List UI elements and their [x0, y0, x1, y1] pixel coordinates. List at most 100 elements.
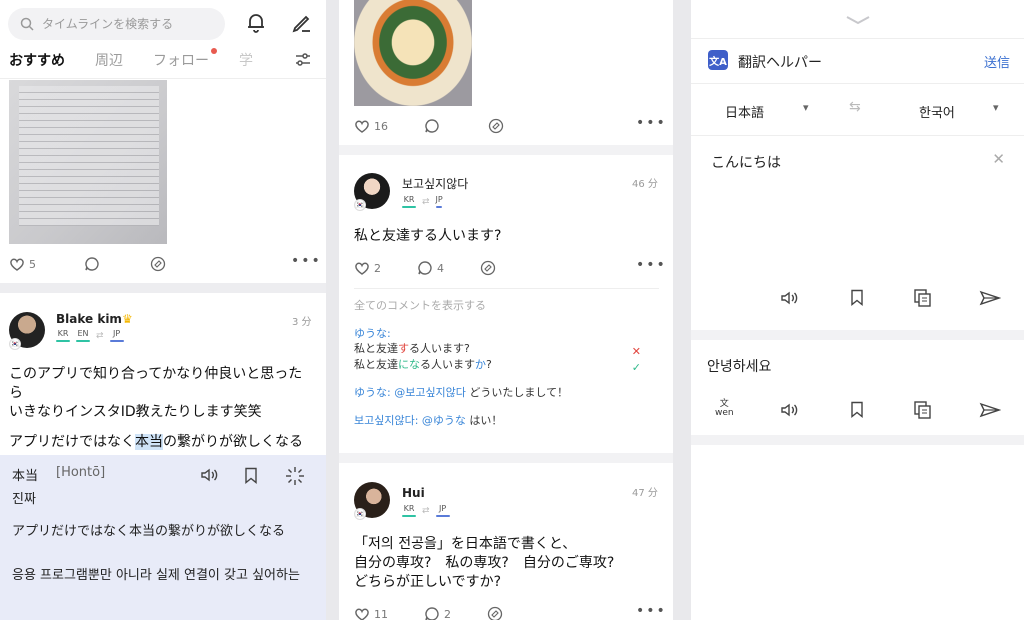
- user-name[interactable]: Blake kim: [56, 312, 122, 326]
- learning-language: JP: [438, 504, 447, 513]
- correct-icon[interactable]: [487, 606, 503, 620]
- post-body[interactable]: このアプリで知り合ってかなり仲良いと思った ら いきなりインスタID教えたりしま…: [9, 365, 319, 452]
- like-count: 5: [29, 257, 36, 271]
- native-language: KR: [57, 329, 69, 338]
- tab-follow[interactable]: フォロー: [153, 48, 217, 70]
- comment-icon[interactable]: [84, 256, 100, 272]
- like-count: 2: [374, 261, 381, 275]
- learning-language: JP: [112, 329, 121, 338]
- more-options-icon[interactable]: •••: [636, 603, 667, 619]
- heart-icon: [355, 262, 369, 275]
- language-selector: 日本語 ▾ ⇆ 한국어 ▾: [691, 84, 1024, 136]
- source-text-input[interactable]: こんにちは: [711, 152, 781, 172]
- transliterate-icon[interactable]: 文 wen: [715, 400, 734, 418]
- bell-icon[interactable]: [245, 11, 267, 33]
- comment-icon[interactable]: [424, 118, 440, 134]
- swap-languages-icon[interactable]: ⇆: [849, 99, 861, 115]
- speaker-icon[interactable]: [779, 401, 801, 419]
- tab-follow-label: フォロー: [153, 53, 209, 69]
- post-header: 🇰🇷 Hui KR ⇄ JP: [354, 482, 450, 520]
- search-input[interactable]: [42, 17, 212, 31]
- comment-text-segment: 私と友達: [354, 342, 398, 355]
- like-button[interactable]: 5: [9, 257, 36, 272]
- comment-button[interactable]: 4: [417, 260, 444, 276]
- comment-section: 全てのコメントを表示する ゆうな: 私と友達する人います? ✕ 私と友達になる人…: [354, 297, 659, 429]
- lookup-translation: 진짜: [12, 492, 36, 507]
- comment-button[interactable]: 2: [424, 606, 451, 620]
- speaker-icon[interactable]: [199, 466, 221, 484]
- chevron-down-icon[interactable]: ▾: [993, 101, 999, 114]
- lookup-word: 本当: [12, 469, 39, 484]
- bookmark-icon[interactable]: [850, 401, 864, 418]
- chevron-down-icon[interactable]: [845, 10, 871, 29]
- exchange-arrows-icon: ⇄: [422, 197, 430, 207]
- language-badges: KR EN ⇄ JP: [56, 329, 133, 342]
- tab-recommended[interactable]: おすすめ: [9, 50, 65, 70]
- translator-title: 翻訳ヘルパー: [738, 55, 822, 71]
- comment-author[interactable]: ゆうな: @보고싶지않다: [354, 386, 466, 399]
- comment-original: 私と友達する人います?: [354, 341, 659, 357]
- user-name[interactable]: 보고싶지않다: [402, 177, 468, 191]
- more-options-icon[interactable]: •••: [636, 115, 667, 131]
- native-language: EN: [77, 329, 89, 338]
- correct-icon[interactable]: [480, 260, 496, 276]
- post-line: どちらが正しいですか?: [354, 574, 502, 590]
- copy-icon[interactable]: [913, 288, 933, 308]
- tab-nearby[interactable]: 周辺: [95, 50, 123, 70]
- like-button[interactable]: 11: [354, 607, 388, 620]
- comment-author[interactable]: ゆうな:: [354, 325, 659, 341]
- post-header: 🇰🇷 보고싶지않다 KR ⇄ JP: [354, 173, 468, 211]
- send-arrow-icon[interactable]: [979, 290, 1001, 306]
- user-name[interactable]: Hui: [402, 486, 425, 500]
- timeline-tabs: おすすめ 周辺 フォロー 学: [9, 48, 283, 70]
- post-line: ら: [9, 385, 23, 401]
- fix-segment: にな: [398, 358, 420, 371]
- tab-learn[interactable]: 学: [239, 50, 253, 70]
- copy-icon[interactable]: [913, 400, 933, 420]
- fix-segment: か: [475, 358, 486, 371]
- chevron-down-icon[interactable]: ▾: [803, 101, 809, 114]
- bookmark-icon[interactable]: [850, 289, 864, 306]
- send-button[interactable]: 送信: [984, 52, 1010, 71]
- post-separator: [339, 453, 673, 463]
- sparkle-icon[interactable]: [284, 465, 306, 487]
- avatar[interactable]: 🇰🇷: [354, 482, 390, 520]
- post-body[interactable]: 私と友達する人います?: [354, 227, 501, 246]
- comment-count: 4: [437, 261, 444, 275]
- heart-icon: [10, 258, 24, 271]
- more-options-icon[interactable]: •••: [291, 253, 322, 269]
- comment-icon: [418, 261, 432, 275]
- clear-icon[interactable]: ✕: [992, 150, 1005, 168]
- more-options-icon[interactable]: •••: [636, 257, 667, 273]
- correct-icon[interactable]: [488, 118, 504, 134]
- transliterate-label: wen: [715, 408, 734, 418]
- post-time: 46 分: [632, 179, 658, 190]
- send-arrow-icon[interactable]: [979, 402, 1001, 418]
- post-photo-notebook[interactable]: [9, 80, 167, 244]
- post-body[interactable]: 「저의 전공을」を日本語で書くと、 自分の専攻? 私の専攻? 自分のご専攻? ど…: [354, 535, 664, 592]
- timeline-panel-left: おすすめ 周辺 フォロー 学 5 ••• 🇰🇷 Blake kim♛ KR EN…: [0, 0, 326, 620]
- like-button[interactable]: 16: [354, 119, 388, 134]
- bookmark-icon[interactable]: [244, 467, 258, 484]
- post-header: 🇰🇷 Blake kim ♛ KR EN ⇄ JP: [9, 312, 133, 350]
- comment-text: どういたしまして！: [465, 386, 569, 399]
- compose-icon[interactable]: [291, 11, 313, 33]
- correct-icon[interactable]: [150, 256, 166, 272]
- avatar[interactable]: 🇰🇷: [354, 173, 390, 211]
- post-photo-food[interactable]: [354, 0, 472, 106]
- filter-settings-icon[interactable]: [294, 52, 312, 68]
- avatar[interactable]: 🇰🇷: [9, 312, 45, 350]
- speaker-icon[interactable]: [779, 289, 801, 307]
- like-button[interactable]: 2: [354, 261, 381, 276]
- show-all-comments-link[interactable]: 全てのコメントを表示する: [354, 297, 659, 313]
- target-language-select[interactable]: 한국어: [919, 102, 955, 121]
- comment-author[interactable]: 보고싶지않다: @ゆうな: [354, 414, 466, 427]
- source-language-select[interactable]: 日本語: [725, 102, 764, 121]
- language-badges: KR ⇄ JP: [402, 504, 450, 517]
- section-separator: [691, 330, 1024, 340]
- post-actions: 2 4 •••: [354, 257, 665, 276]
- highlighted-word[interactable]: 本当: [135, 434, 163, 450]
- post-line: このアプリで知り合ってかなり仲良いと思った: [9, 366, 303, 382]
- search-bar[interactable]: [8, 8, 225, 40]
- post-time: 3 分: [292, 317, 312, 328]
